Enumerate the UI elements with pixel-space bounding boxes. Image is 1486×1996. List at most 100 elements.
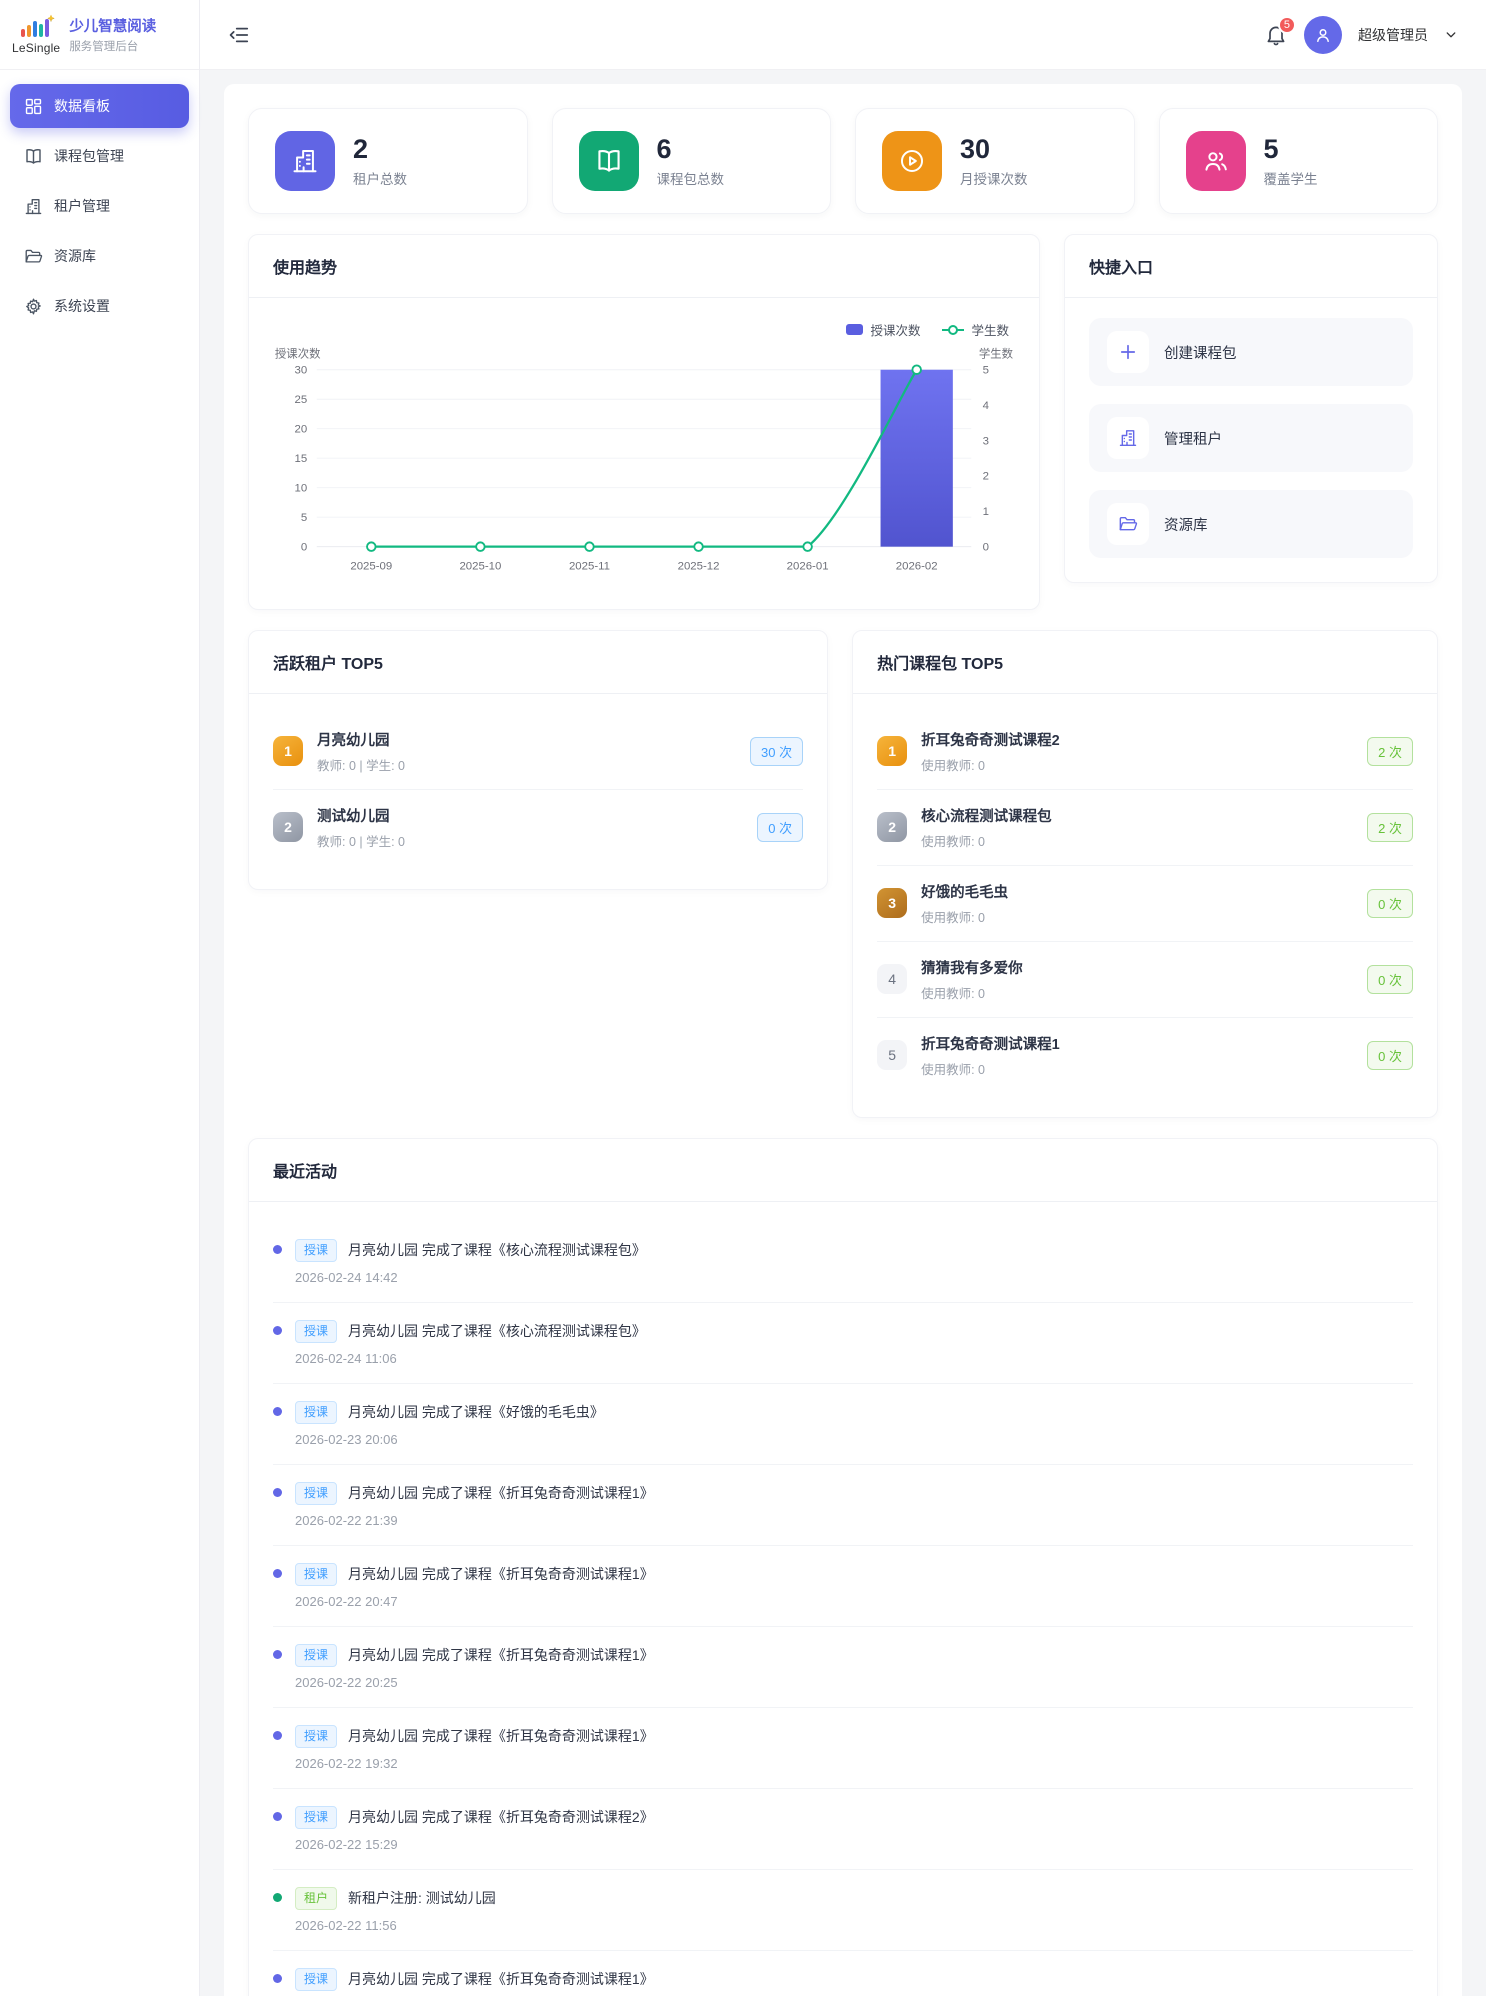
- usage-trend-card: 使用趋势 授课次数 学生数: [248, 234, 1040, 610]
- activity-dot: [273, 1893, 282, 1902]
- line-marker-2025-12: [694, 542, 703, 551]
- stat-value: 6: [657, 134, 725, 165]
- activity-dot: [273, 1974, 282, 1983]
- course-rank-row[interactable]: 1 折耳兔奇奇测试课程2 使用教师: 0 2 次: [877, 714, 1413, 790]
- user-name[interactable]: 超级管理员: [1358, 25, 1428, 45]
- activity-text: 月亮幼儿园 完成了课程《折耳兔奇奇测试课程1》: [348, 1645, 654, 1665]
- quick-manage-tenants-button[interactable]: 管理租户: [1089, 404, 1413, 472]
- activity-tag: 授课: [295, 1644, 337, 1667]
- line-marker-2026-01: [803, 542, 812, 551]
- hot-courses-title: 热门课程包 TOP5: [853, 631, 1437, 694]
- stat-label: 租户总数: [353, 168, 407, 188]
- sidebar-item-settings[interactable]: 系统设置: [10, 284, 189, 328]
- course-rank-row[interactable]: 4 猜猜我有多爱你 使用教师: 0 0 次: [877, 942, 1413, 1018]
- activity-list: 授课 月亮幼儿园 完成了课程《核心流程测试课程包》 2026-02-24 14:…: [249, 1202, 1437, 1996]
- usage-trend-chart: 051015202530012345授课次数学生数2025-092025-102…: [273, 345, 1015, 585]
- activity-text: 月亮幼儿园 完成了课程《折耳兔奇奇测试课程1》: [348, 1483, 654, 1503]
- activity-row: 授课 月亮幼儿园 完成了课程《核心流程测试课程包》 2026-02-24 11:…: [273, 1303, 1413, 1384]
- svg-text:2: 2: [983, 471, 989, 483]
- legend-item-students[interactable]: 学生数: [942, 320, 1009, 339]
- course-name: 好饿的毛毛虫: [921, 885, 1008, 901]
- sidebar-item-tenants[interactable]: 租户管理: [10, 184, 189, 228]
- logo-chart-icon: [16, 14, 56, 40]
- course-name: 猜猜我有多爱你: [921, 961, 1023, 977]
- activity-dot: [273, 1326, 282, 1335]
- page: 2 租户总数 6 课程包总数 30 月授课次数: [200, 70, 1486, 1996]
- svg-text:学生数: 学生数: [979, 346, 1014, 360]
- sidebar: LeSingle 少儿智慧阅读 服务管理后台 数据看板 课程包管理 租户管理: [0, 0, 200, 1996]
- chart-legend: 授课次数 学生数: [273, 318, 1015, 345]
- stat-card-monthly-lessons: 30 月授课次数: [855, 108, 1135, 214]
- stat-label: 课程包总数: [657, 168, 725, 188]
- stat-label: 月授课次数: [960, 168, 1028, 188]
- activity-time: 2026-02-24 11:06: [295, 1351, 646, 1366]
- chevron-down-icon[interactable]: [1444, 28, 1458, 42]
- sidebar-item-dashboard[interactable]: 数据看板: [10, 84, 189, 128]
- activity-text: 月亮幼儿园 完成了课程《折耳兔奇奇测试课程1》: [348, 1726, 654, 1746]
- recent-activity-title: 最近活动: [249, 1139, 1437, 1202]
- activity-tag: 授课: [295, 1968, 337, 1991]
- activity-time: 2026-02-23 20:06: [295, 1432, 604, 1447]
- recent-activity-card: 最近活动 授课 月亮幼儿园 完成了课程《核心流程测试课程包》 2026-02-2…: [248, 1138, 1438, 1996]
- tenant-name: 月亮幼儿园: [317, 733, 390, 749]
- svg-text:3: 3: [983, 435, 989, 447]
- activity-row: 授课 月亮幼儿园 完成了课程《折耳兔奇奇测试课程1》 2026-02-22 20…: [273, 1546, 1413, 1627]
- course-sub: 使用教师: 0: [921, 1059, 1353, 1078]
- line-marker-2025-10: [476, 542, 485, 551]
- sidebar-item-label: 租户管理: [54, 196, 110, 216]
- logo-titles: 少儿智慧阅读 服务管理后台: [69, 15, 156, 54]
- activity-tag: 租户: [295, 1887, 337, 1910]
- app-root: LeSingle 少儿智慧阅读 服务管理后台 数据看板 课程包管理 租户管理: [0, 0, 1486, 1996]
- notification-bell[interactable]: 5: [1264, 23, 1288, 47]
- lesson-count-pill: 0 次: [757, 813, 803, 842]
- course-rank-row[interactable]: 2 核心流程测试课程包 使用教师: 0 2 次: [877, 790, 1413, 866]
- usage-trend-title: 使用趋势: [249, 235, 1039, 298]
- svg-text:0: 0: [983, 541, 989, 553]
- topbar-right: 5 超级管理员: [1264, 16, 1458, 54]
- course-name: 折耳兔奇奇测试课程1: [921, 1037, 1060, 1053]
- use-count-pill: 0 次: [1367, 965, 1413, 994]
- tenant-name: 测试幼儿园: [317, 809, 390, 825]
- sidebar-collapse-icon[interactable]: [228, 24, 250, 46]
- stat-value: 30: [960, 134, 1028, 165]
- app-subtitle: 服务管理后台: [69, 38, 156, 54]
- dashboard-icon: [24, 97, 43, 116]
- tenant-rank-row[interactable]: 1 月亮幼儿园 教师: 0 | 学生: 0 30 次: [273, 714, 803, 790]
- stat-card-course-packages: 6 课程包总数: [552, 108, 832, 214]
- activity-dot: [273, 1488, 282, 1497]
- sidebar-item-course-packages[interactable]: 课程包管理: [10, 134, 189, 178]
- sidebar-item-label: 课程包管理: [54, 146, 124, 166]
- avatar[interactable]: [1304, 16, 1342, 54]
- app-title: 少儿智慧阅读: [69, 15, 156, 36]
- activity-row: 授课 月亮幼儿园 完成了课程《折耳兔奇奇测试课程1》 2026-02-22 21…: [273, 1465, 1413, 1546]
- activity-text: 月亮幼儿园 完成了课程《核心流程测试课程包》: [348, 1240, 646, 1260]
- activity-dot: [273, 1407, 282, 1416]
- use-count-pill: 2 次: [1367, 737, 1413, 766]
- quick-entry-card: 快捷入口 创建课程包 管理租户: [1064, 234, 1438, 583]
- course-rank-row[interactable]: 3 好饿的毛毛虫 使用教师: 0 0 次: [877, 866, 1413, 942]
- course-rank-row[interactable]: 5 折耳兔奇奇测试课程1 使用教师: 0 0 次: [877, 1018, 1413, 1093]
- brand-text: LeSingle: [12, 41, 60, 55]
- legend-item-lessons[interactable]: 授课次数: [846, 320, 920, 339]
- activity-tag: 授课: [295, 1239, 337, 1262]
- rank-badge: 3: [877, 888, 907, 918]
- activity-dot: [273, 1812, 282, 1821]
- activity-tag: 授课: [295, 1401, 337, 1424]
- folder-icon: [1107, 503, 1149, 545]
- quick-entry-list: 创建课程包 管理租户 资源库: [1089, 318, 1413, 558]
- logo-mark: LeSingle: [12, 14, 60, 55]
- svg-text:2025-10: 2025-10: [459, 560, 501, 572]
- quick-create-course-package-button[interactable]: 创建课程包: [1089, 318, 1413, 386]
- user-icon: [1313, 25, 1333, 45]
- quick-resources-button[interactable]: 资源库: [1089, 490, 1413, 558]
- active-tenants-card: 活跃租户 TOP5 1 月亮幼儿园 教师: 0 | 学生: 0 30 次 2 测…: [248, 630, 828, 890]
- svg-text:4: 4: [983, 400, 990, 412]
- tenant-sub: 教师: 0 | 学生: 0: [317, 831, 743, 850]
- book-icon: [24, 147, 43, 166]
- rank-badge: 2: [877, 812, 907, 842]
- use-count-pill: 0 次: [1367, 889, 1413, 918]
- top5-row: 活跃租户 TOP5 1 月亮幼儿园 教师: 0 | 学生: 0 30 次 2 测…: [248, 630, 1438, 1118]
- tenant-rank-row[interactable]: 2 测试幼儿园 教师: 0 | 学生: 0 0 次: [273, 790, 803, 865]
- sidebar-item-resources[interactable]: 资源库: [10, 234, 189, 278]
- activity-time: 2026-02-24 14:42: [295, 1270, 646, 1285]
